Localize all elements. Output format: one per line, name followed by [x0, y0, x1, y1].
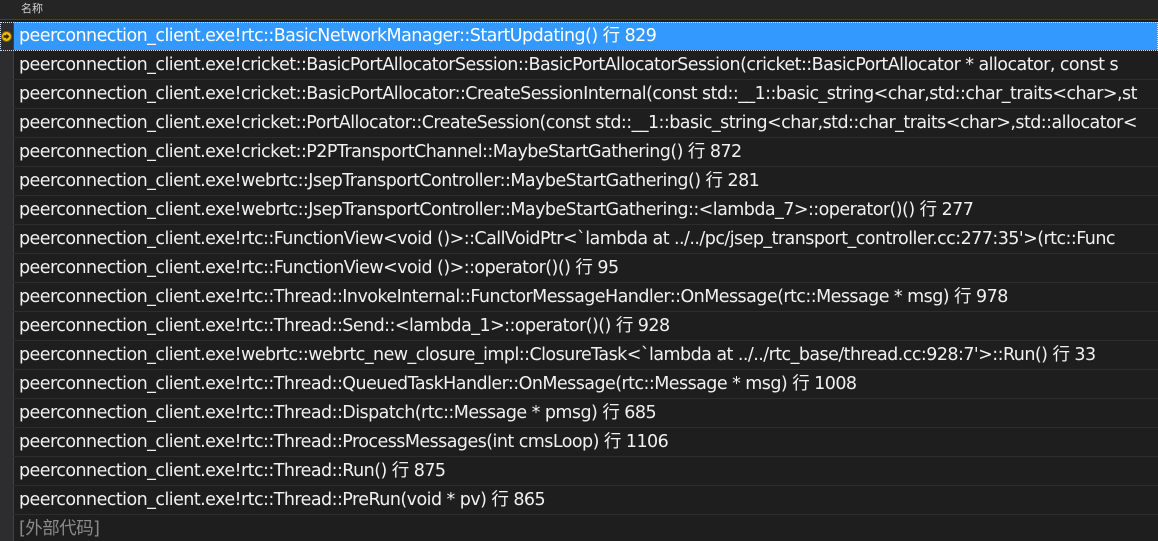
frame-label: peerconnection_client.exe!cricket::Basic…	[19, 83, 1137, 104]
call-stack-frame-row[interactable]: peerconnection_client.exe!rtc::Thread::P…	[0, 428, 1158, 457]
frame-label: peerconnection_client.exe!webrtc::JsepTr…	[19, 199, 974, 220]
call-stack-frame-row[interactable]: peerconnection_client.exe!cricket::PortA…	[0, 109, 1158, 138]
call-stack-frame-row[interactable]: peerconnection_client.exe!rtc::Thread::Q…	[0, 370, 1158, 399]
frame-gutter	[0, 399, 14, 427]
frame-gutter	[0, 80, 14, 108]
call-stack-frame-row[interactable]: peerconnection_client.exe!cricket::P2PTr…	[0, 138, 1158, 167]
call-stack-panel: 名称 peerconnection_client.exe!rtc::BasicN…	[0, 0, 1158, 541]
frame-gutter	[0, 51, 14, 79]
call-stack-frame-row[interactable]: peerconnection_client.exe!rtc::FunctionV…	[0, 254, 1158, 283]
frame-label: peerconnection_client.exe!cricket::PortA…	[19, 112, 1137, 133]
frame-label: peerconnection_client.exe!cricket::P2PTr…	[19, 141, 742, 162]
frame-label: peerconnection_client.exe!rtc::FunctionV…	[19, 228, 1116, 249]
frame-label: peerconnection_client.exe!rtc::BasicNetw…	[19, 25, 657, 46]
frame-gutter	[0, 225, 14, 253]
frame-gutter	[0, 370, 14, 398]
call-stack-list: peerconnection_client.exe!rtc::BasicNetw…	[0, 22, 1158, 541]
frame-label: peerconnection_client.exe!rtc::Thread::R…	[19, 460, 446, 481]
frame-gutter	[0, 283, 14, 311]
call-stack-frame-row[interactable]: peerconnection_client.exe!webrtc::JsepTr…	[0, 196, 1158, 225]
frame-label: peerconnection_client.exe!cricket::Basic…	[19, 54, 1119, 75]
external-code-label: [外部代码]	[19, 518, 100, 539]
call-stack-frame-row[interactable]: peerconnection_client.exe!rtc::Thread::I…	[0, 283, 1158, 312]
call-stack-frame-row[interactable]: peerconnection_client.exe!webrtc::JsepTr…	[0, 167, 1158, 196]
frame-label: peerconnection_client.exe!webrtc::JsepTr…	[19, 170, 760, 191]
frame-gutter	[0, 22, 14, 50]
frame-gutter	[0, 254, 14, 282]
frame-label: peerconnection_client.exe!rtc::Thread::D…	[19, 402, 657, 423]
call-stack-frame-row[interactable]: peerconnection_client.exe!cricket::Basic…	[0, 51, 1158, 80]
frame-gutter	[0, 457, 14, 485]
frame-label: peerconnection_client.exe!webrtc::webrtc…	[19, 344, 1096, 365]
frame-gutter	[0, 109, 14, 137]
frame-label: peerconnection_client.exe!rtc::Thread::P…	[19, 489, 546, 510]
frame-gutter	[0, 312, 14, 340]
frame-label: peerconnection_client.exe!rtc::Thread::Q…	[19, 373, 857, 394]
frame-gutter	[0, 486, 14, 514]
call-stack-frame-row[interactable]: peerconnection_client.exe!rtc::Thread::D…	[0, 399, 1158, 428]
frame-label: peerconnection_client.exe!rtc::FunctionV…	[19, 257, 619, 278]
call-stack-frame-row[interactable]: peerconnection_client.exe!rtc::BasicNetw…	[0, 22, 1158, 51]
column-header-name[interactable]: 名称	[14, 0, 43, 17]
frame-gutter	[0, 515, 14, 541]
current-frame-arrow-icon	[1, 30, 12, 42]
header-gutter	[0, 0, 14, 20]
call-stack-frame-row[interactable]: peerconnection_client.exe!cricket::Basic…	[0, 80, 1158, 109]
frame-gutter	[0, 196, 14, 224]
frame-gutter	[0, 428, 14, 456]
frame-label: peerconnection_client.exe!rtc::Thread::P…	[19, 431, 669, 452]
call-stack-frame-row[interactable]: peerconnection_client.exe!rtc::Thread::P…	[0, 486, 1158, 515]
call-stack-frame-row[interactable]: peerconnection_client.exe!rtc::Thread::S…	[0, 312, 1158, 341]
frame-label: peerconnection_client.exe!rtc::Thread::S…	[19, 315, 670, 336]
column-header: 名称	[0, 0, 1158, 20]
frame-gutter	[0, 167, 14, 195]
frame-gutter	[0, 138, 14, 166]
call-stack-frame-row[interactable]: peerconnection_client.exe!rtc::Thread::R…	[0, 457, 1158, 486]
frame-gutter	[0, 341, 14, 369]
frame-label: peerconnection_client.exe!rtc::Thread::I…	[19, 286, 1008, 307]
call-stack-frame-row[interactable]: peerconnection_client.exe!rtc::FunctionV…	[0, 225, 1158, 254]
call-stack-frame-row[interactable]: peerconnection_client.exe!webrtc::webrtc…	[0, 341, 1158, 370]
external-code-row[interactable]: [外部代码]	[0, 515, 1158, 541]
